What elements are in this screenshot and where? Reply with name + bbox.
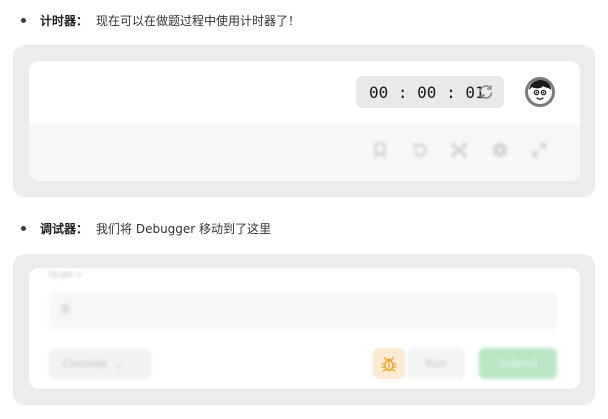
timer-bullet-title: 计时器： xyxy=(40,14,89,28)
debugger-bullet-row: 调试器： 我们将 Debugger 移动到了这里 xyxy=(21,220,271,237)
console-label: Console xyxy=(63,357,107,370)
debugger-blurred-content: target = 9 Console ⌄ Run Submit xyxy=(29,268,580,389)
timer-bullet-row: 计时器： 现在可以在做题过程中使用计时器了！ xyxy=(21,12,300,29)
timer-header: 00 : 00 : 01 xyxy=(29,61,580,123)
run-label: Run xyxy=(425,357,447,370)
testcase-input-value: 9 xyxy=(61,303,70,318)
run-button[interactable]: Run xyxy=(407,348,465,379)
debugger-demo-panel: target = 9 Console ⌄ Run Submit xyxy=(13,254,595,405)
debugger-bullet-title: 调试器： xyxy=(40,222,89,236)
bullet-dot xyxy=(21,226,26,231)
editor-toolbar xyxy=(29,123,580,181)
submit-button[interactable]: Submit xyxy=(479,348,557,379)
debugger-demo-card: target = 9 Console ⌄ Run Submit xyxy=(29,268,580,389)
timer-bullet-description: 现在可以在做题过程中使用计时器了！ xyxy=(96,14,301,28)
undo-icon[interactable] xyxy=(411,141,429,159)
bookmark-icon[interactable] xyxy=(371,141,389,159)
bullet-dot xyxy=(21,18,26,23)
avatar[interactable] xyxy=(525,77,555,107)
submit-label: Submit xyxy=(498,357,538,370)
timer-demo-card: 00 : 00 : 01 xyxy=(29,61,580,181)
timer-demo-panel: 00 : 00 : 01 xyxy=(13,45,595,197)
debugger-bullet-description: 我们将 Debugger 移动到了这里 xyxy=(96,222,272,236)
settings-icon[interactable] xyxy=(491,141,509,159)
reset-icon[interactable] xyxy=(477,83,495,101)
timer-value: 00 : 00 : 01 xyxy=(369,82,485,102)
testcase-input[interactable]: 9 xyxy=(49,292,557,330)
console-button[interactable]: Console ⌄ xyxy=(49,348,151,379)
timer-display[interactable]: 00 : 00 : 01 xyxy=(356,76,504,108)
expand-icon[interactable] xyxy=(530,141,548,159)
shuffle-icon[interactable] xyxy=(450,141,468,159)
chevron-down-icon: ⌄ xyxy=(114,357,124,370)
bug-icon xyxy=(381,356,397,372)
avatar-face-icon xyxy=(528,80,552,104)
target-label: target = xyxy=(49,270,83,279)
debugger-button[interactable] xyxy=(373,348,405,379)
